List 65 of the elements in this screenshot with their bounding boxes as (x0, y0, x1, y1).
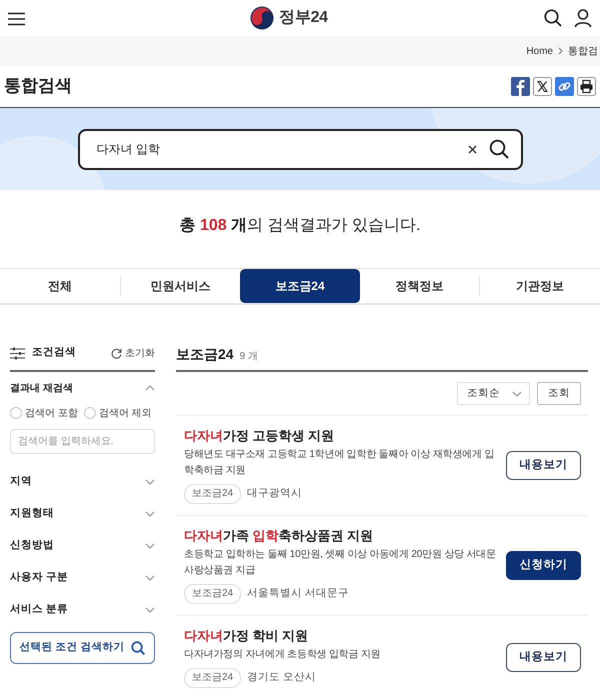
tab[interactable]: 정책정보 (360, 269, 480, 303)
search-icon (488, 139, 508, 159)
emblem-icon (250, 6, 274, 30)
chevron-up-icon[interactable] (145, 385, 155, 391)
close-icon (468, 144, 476, 154)
tab[interactable]: 전체 (0, 269, 120, 303)
filter-heading: 조건검색 (32, 345, 76, 360)
filter-toggle[interactable]: 지역 (10, 466, 155, 498)
input-field[interactable]: 검색어를 입력하세요. (10, 429, 155, 454)
user-button[interactable] (574, 9, 592, 27)
user-icon (574, 9, 592, 27)
region-text: 대구광역시 (247, 486, 302, 502)
print-icon[interactable] (577, 77, 596, 96)
tab[interactable]: 기관정보 (480, 269, 600, 303)
tab[interactable]: 보조금24 (240, 269, 360, 303)
category-tag: 보조금24 (184, 584, 242, 604)
radio-label: 검색어 제외 (98, 406, 152, 420)
result-title[interactable]: 다자녀가정 고등학생 지원 (184, 427, 496, 445)
filter-toggle[interactable]: 신청방법 (10, 530, 155, 562)
result-description: 초등학교 입학하는 둘째 10만원, 셋째 이상 아동에게 20만원 상당 서대문사랑상품권 지급 (184, 548, 496, 578)
region-text: 경기도 오산시 (247, 670, 316, 686)
refresh-icon (111, 348, 122, 358)
radio-button[interactable] (84, 407, 96, 419)
facebook-icon[interactable] (511, 77, 530, 96)
filter-toggle[interactable]: 사용자 구분 (10, 562, 155, 594)
logo-text: 정부24 (279, 8, 328, 28)
apply-button[interactable]: 신청하기 (506, 551, 581, 580)
sliders-icon (10, 346, 25, 360)
reset-button[interactable]: 초기화 (111, 346, 155, 360)
menu-button[interactable] (8, 12, 25, 26)
search-icon (544, 9, 562, 27)
menu-icon (8, 12, 25, 26)
radio-button[interactable] (10, 407, 22, 419)
category-tag: 보조금24 (184, 668, 242, 688)
filter-toggle[interactable]: 서비스 분류 (10, 594, 155, 626)
result-title[interactable]: 다자녀가정 학비 지원 (184, 627, 496, 645)
section-title: 보조금24 (176, 345, 234, 364)
view-button[interactable]: 내용보기 (506, 643, 581, 672)
breadcrumb-link[interactable]: Home (526, 44, 553, 58)
category-tag: 보조금24 (184, 484, 242, 504)
result-title[interactable]: 다자녀가족 입학축하상품권 지원 (184, 527, 496, 545)
clear-button[interactable] (468, 144, 476, 154)
result-count: 9 개 (240, 350, 258, 364)
filter-toggle[interactable]: 지원형태 (10, 498, 155, 530)
page-title: 통합검색 (4, 76, 72, 97)
chevron-down-icon (512, 390, 522, 396)
view-button[interactable]: 내용보기 (506, 451, 581, 480)
result-description: 다자녀가정의 자녀에게 초등학생 입학금 지원 (184, 648, 382, 662)
sort-select[interactable]: 조회순 (457, 382, 530, 405)
search-submit-button[interactable] (488, 139, 508, 159)
link-icon[interactable] (555, 77, 574, 96)
search-field[interactable]: 다자녀 입학 (78, 128, 522, 170)
result-description: 당해년도 대구소재 고등학교 1학년에 입학한 둘째아 이상 재학생에게 입학축하금 지원 (184, 448, 496, 478)
search-conditions-button[interactable]: 선택된 조건 검색하기 (10, 632, 155, 664)
chevron-right-icon (558, 47, 563, 55)
sort-apply-button[interactable]: 조회 (537, 382, 581, 405)
tab[interactable]: 민원서비스 (120, 269, 240, 303)
search-icon (131, 641, 146, 655)
breadcrumb-link[interactable]: 통합검 (568, 44, 598, 58)
section-title: 결과내 재검색 (10, 382, 73, 396)
result-summary: 총 108 개의 검색결과가 있습니다. (180, 216, 420, 236)
region-text: 서울특별시 서대문구 (247, 586, 350, 602)
search-button[interactable] (544, 9, 562, 27)
x-logo-icon[interactable] (533, 77, 552, 96)
radio-label: 검색어 포함 (25, 406, 78, 420)
